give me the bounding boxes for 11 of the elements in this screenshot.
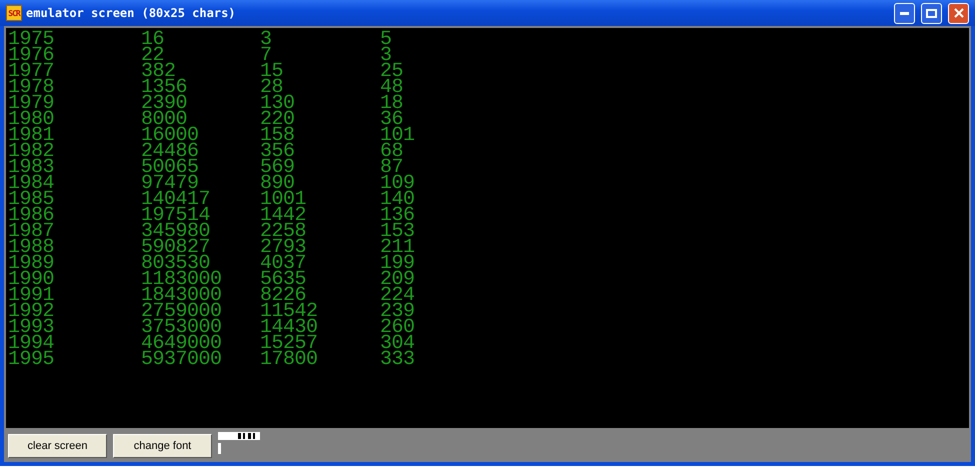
app-icon: SCR xyxy=(6,5,22,21)
action-button[interactable]: clear screen xyxy=(8,434,107,458)
close-button[interactable] xyxy=(948,2,969,24)
maximize-button[interactable] xyxy=(921,2,942,24)
minimize-icon xyxy=(900,12,909,14)
close-icon xyxy=(954,8,964,18)
action-button[interactable]: change font xyxy=(113,434,212,458)
minimize-button[interactable] xyxy=(894,2,915,24)
garbled-glyph-icon xyxy=(218,432,260,454)
window-title: emulator screen (80x25 chars) xyxy=(26,6,237,20)
maximize-icon xyxy=(926,8,937,18)
